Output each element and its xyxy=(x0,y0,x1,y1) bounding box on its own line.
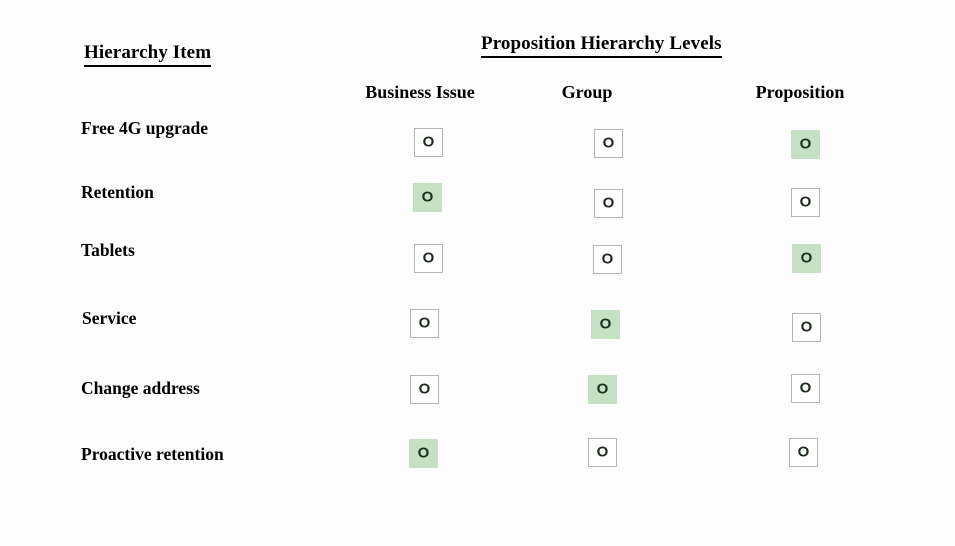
selection-circle-icon: O xyxy=(800,318,813,336)
cell-proactive-retention-business-issue[interactable]: O xyxy=(409,439,438,468)
selection-circle-icon: O xyxy=(596,443,609,461)
hierarchy-item-heading-text: Hierarchy Item xyxy=(84,43,212,67)
selection-circle-icon: O xyxy=(602,194,615,212)
cell-change-address-business-issue[interactable]: O xyxy=(410,375,439,404)
cell-service-proposition[interactable]: O xyxy=(792,313,821,342)
row-label-change-address: Change address xyxy=(81,378,200,398)
row-label-free-4g-upgrade: Free 4G upgrade xyxy=(81,118,209,138)
column-header-proposition: Proposition xyxy=(730,83,870,101)
row-label-service: Service xyxy=(82,308,137,328)
cell-tablets-group[interactable]: O xyxy=(593,245,622,274)
selection-circle-icon: O xyxy=(418,380,431,398)
selection-circle-icon: O xyxy=(422,133,435,151)
cell-free-4g-upgrade-proposition[interactable]: O xyxy=(791,130,820,159)
proposition-hierarchy-levels-heading: Proposition Hierarchy Levels xyxy=(481,34,722,58)
cell-service-group[interactable]: O xyxy=(591,310,620,339)
cell-change-address-proposition[interactable]: O xyxy=(791,374,820,403)
proposition-hierarchy-levels-heading-text: Proposition Hierarchy Levels xyxy=(481,34,722,58)
selection-circle-icon: O xyxy=(799,379,812,397)
selection-circle-icon: O xyxy=(799,135,812,153)
selection-circle-icon: O xyxy=(596,380,609,398)
hierarchy-item-heading: Hierarchy Item xyxy=(84,43,212,67)
cell-tablets-business-issue[interactable]: O xyxy=(414,244,443,273)
cell-free-4g-upgrade-group[interactable]: O xyxy=(594,129,623,158)
column-header-group-label: Group xyxy=(561,82,613,102)
cell-tablets-proposition[interactable]: O xyxy=(792,244,821,273)
selection-circle-icon: O xyxy=(421,188,434,206)
row-label-proactive-retention: Proactive retention xyxy=(81,444,224,464)
selection-circle-icon: O xyxy=(602,134,615,152)
cell-service-business-issue[interactable]: O xyxy=(410,309,439,338)
selection-circle-icon: O xyxy=(601,250,614,268)
column-header-proposition-label: Proposition xyxy=(755,82,845,102)
cell-change-address-group[interactable]: O xyxy=(588,375,617,404)
selection-circle-icon: O xyxy=(800,249,813,267)
cell-retention-group[interactable]: O xyxy=(594,189,623,218)
cell-proactive-retention-proposition[interactable]: O xyxy=(789,438,818,467)
selection-circle-icon: O xyxy=(418,314,431,332)
cell-retention-business-issue[interactable]: O xyxy=(413,183,442,212)
selection-circle-icon: O xyxy=(417,444,430,462)
row-label-retention: Retention xyxy=(81,182,154,202)
column-header-business-issue-label: Business Issue xyxy=(365,82,475,102)
selection-circle-icon: O xyxy=(422,249,435,267)
proposition-hierarchy-matrix: Hierarchy Item Proposition Hierarchy Lev… xyxy=(0,0,955,546)
row-label-tablets: Tablets xyxy=(81,240,135,260)
column-header-group: Group xyxy=(527,83,647,101)
selection-circle-icon: O xyxy=(799,193,812,211)
cell-proactive-retention-group[interactable]: O xyxy=(588,438,617,467)
column-header-business-issue: Business Issue xyxy=(340,83,500,101)
selection-circle-icon: O xyxy=(797,443,810,461)
cell-retention-proposition[interactable]: O xyxy=(791,188,820,217)
cell-free-4g-upgrade-business-issue[interactable]: O xyxy=(414,128,443,157)
selection-circle-icon: O xyxy=(599,315,612,333)
